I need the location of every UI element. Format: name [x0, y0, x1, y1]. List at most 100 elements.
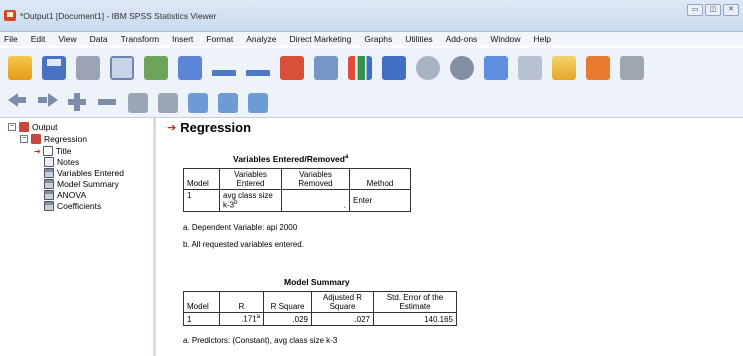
footnote-marker: b — [234, 200, 238, 206]
undo-icon[interactable] — [212, 60, 236, 76]
minimize-button[interactable]: ▭ — [687, 4, 703, 16]
collapse-minus-icon[interactable] — [98, 93, 118, 113]
header-cell: Adjusted R Square — [311, 291, 374, 313]
menu-edit[interactable]: Edit — [31, 34, 46, 44]
footnote-marker: a — [344, 154, 349, 161]
goto-data-icon[interactable] — [280, 56, 304, 80]
output-outline-pane: − Output − Regression ➔ Title Notes Vari… — [0, 118, 156, 356]
goto-case-icon[interactable] — [314, 56, 338, 80]
table-icon — [44, 179, 54, 189]
recall-dialog-icon[interactable] — [178, 56, 202, 80]
menu-format[interactable]: Format — [206, 34, 233, 44]
table-cell: 1 — [183, 189, 220, 212]
table-cell: Enter — [349, 189, 411, 212]
table-header-row: Model Variables Entered Variables Remove… — [183, 168, 411, 190]
menu-transform[interactable]: Transform — [121, 34, 159, 44]
expand-plus-icon[interactable] — [68, 92, 88, 113]
spss-app-icon — [4, 10, 16, 21]
header-cell: Variables Entered — [219, 168, 282, 190]
table-row: 1 avg class size k-3b . Enter — [183, 189, 411, 212]
tree-item-coefficients[interactable]: Coefficients — [44, 201, 101, 211]
table-cell: .029 — [263, 312, 312, 326]
menu-graphs[interactable]: Graphs — [364, 34, 392, 44]
menu-window[interactable]: Window — [490, 34, 520, 44]
menu-direct-marketing[interactable]: Direct Marketing — [289, 34, 351, 44]
data-table-icon[interactable] — [382, 56, 406, 80]
table-footnote: b. All requested variables entered. — [183, 240, 304, 249]
tree-item-anova[interactable]: ANOVA — [44, 190, 86, 200]
export-icon[interactable] — [144, 56, 168, 80]
page-title: Regression — [180, 120, 252, 135]
tree-item-output[interactable]: − Output — [8, 122, 58, 132]
table-icon — [44, 201, 54, 211]
designate-window-icon[interactable] — [518, 56, 542, 80]
tree-item-regression[interactable]: − Regression — [20, 134, 87, 144]
insert-title-icon[interactable] — [218, 92, 238, 113]
window-controls: ▭ ◫ ✕ — [687, 4, 739, 16]
header-cell: Model — [183, 168, 220, 190]
tree-label: Model Summary — [57, 179, 119, 189]
header-cell: Method — [349, 168, 411, 190]
tree-label: Title — [55, 146, 72, 156]
create-edit-icon[interactable] — [586, 56, 610, 80]
menu-utilities[interactable]: Utilities — [405, 34, 432, 44]
redo-icon[interactable] — [246, 60, 270, 76]
table-cell: .027 — [311, 312, 374, 326]
tree-label: Regression — [44, 134, 87, 144]
menu-view[interactable]: View — [58, 34, 76, 44]
hide-icon[interactable] — [158, 92, 178, 113]
collapse-toggle-icon[interactable]: − — [20, 135, 28, 143]
menu-help[interactable]: Help — [534, 34, 551, 44]
tree-item-model-summary[interactable]: Model Summary — [44, 179, 119, 189]
variables-entered-table[interactable]: Model Variables Entered Variables Remove… — [183, 168, 411, 212]
promote-arrow-left-icon[interactable] — [8, 92, 28, 113]
table-footnote: a. Predictors: (Constant), avg class siz… — [183, 336, 338, 345]
current-item-arrow-icon: ➔ — [167, 122, 177, 134]
menu-add-ons[interactable]: Add-ons — [446, 34, 478, 44]
print-icon[interactable] — [76, 56, 100, 80]
menu-data[interactable]: Data — [90, 34, 108, 44]
tree-item-notes[interactable]: Notes — [44, 157, 79, 167]
document-icon[interactable] — [552, 56, 576, 80]
save-icon[interactable] — [42, 56, 66, 80]
table-cell: avg class size k-3b — [219, 189, 282, 212]
print-preview-icon[interactable] — [110, 56, 134, 80]
show-icon[interactable] — [128, 92, 148, 113]
tree-item-variables-entered[interactable]: Variables Entered — [44, 168, 124, 178]
tree-label: Variables Entered — [57, 168, 124, 178]
tree-item-title[interactable]: ➔ Title — [34, 146, 71, 156]
tree-label: Output — [32, 122, 58, 132]
tree-label: Notes — [57, 157, 80, 167]
maximize-button[interactable]: ◫ — [705, 4, 721, 16]
notes-icon — [44, 157, 54, 167]
table-header-row: Model R R Square Adjusted R Square Std. … — [183, 291, 457, 313]
table-title-text: Variables Entered/Removed — [233, 154, 345, 164]
menu-file[interactable]: File — [4, 34, 18, 44]
circle-icon[interactable] — [416, 56, 440, 80]
menu-insert[interactable]: Insert — [172, 34, 193, 44]
header-cell: Variables Removed — [281, 168, 350, 190]
footnote-marker: a — [256, 314, 260, 320]
script-icon[interactable] — [484, 56, 508, 80]
title-bar: *Output1 [Document1] - IBM SPSS Statisti… — [0, 0, 743, 32]
section-book-icon — [31, 134, 41, 144]
tree-label: ANOVA — [57, 190, 87, 200]
table-icon — [44, 190, 54, 200]
output-heading[interactable]: ➔ Regression — [167, 120, 251, 135]
header-cell: R — [219, 291, 264, 313]
menu-analyze[interactable]: Analyze — [246, 34, 276, 44]
pie-icon[interactable] — [450, 56, 474, 80]
open-folder-icon[interactable] — [8, 56, 32, 80]
main-toolbar — [0, 48, 743, 88]
insert-heading-icon[interactable] — [188, 92, 208, 113]
demote-arrow-right-icon[interactable] — [38, 92, 58, 113]
cell-text: avg class size k-3 — [223, 191, 273, 210]
close-button[interactable]: ✕ — [723, 4, 739, 16]
table-footnote: a. Dependent Variable: api 2000 — [183, 223, 298, 232]
menu-bar: File Edit View Data Transform Insert For… — [0, 32, 743, 46]
variables-chart-icon[interactable] — [348, 56, 372, 80]
model-summary-table[interactable]: Model R R Square Adjusted R Square Std. … — [183, 291, 457, 326]
collapse-toggle-icon[interactable]: − — [8, 123, 16, 131]
insert-text-icon[interactable] — [248, 92, 268, 113]
tree-label: Coefficients — [57, 201, 102, 211]
